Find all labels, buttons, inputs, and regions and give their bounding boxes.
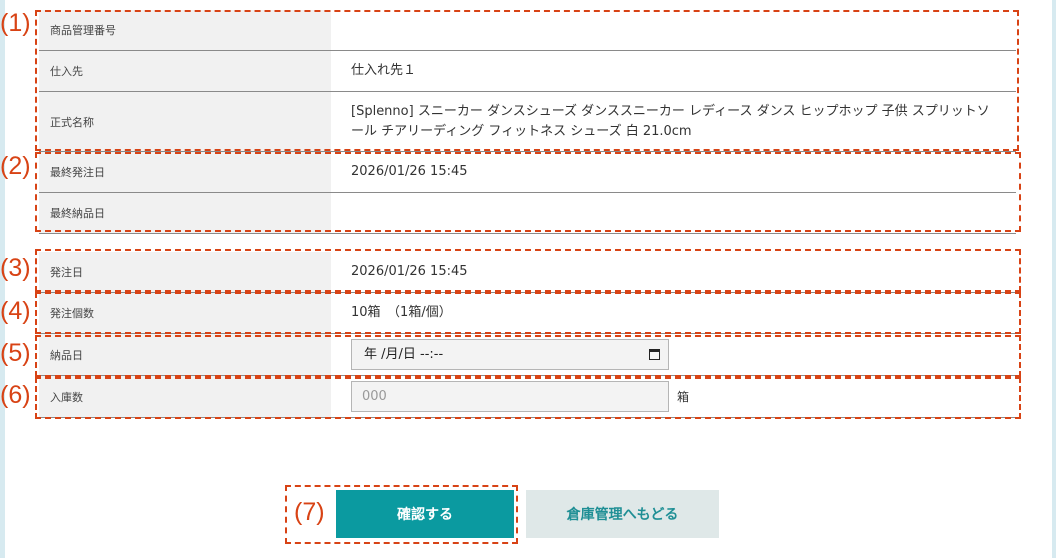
row-order-date: 発注日 2026/01/26 15:45: [39, 252, 1016, 293]
value-official-name: [Splenno] スニーカー ダンスシューズ ダンススニーカー レディース ダ…: [351, 103, 990, 139]
row-order-qty: 発注個数 10箱 （1箱/個）: [39, 293, 1016, 334]
stock-in-unit: 箱: [677, 389, 690, 404]
value-order-qty: 10箱 （1箱/個）: [351, 305, 452, 320]
value-order-date: 2026/01/26 15:45: [351, 264, 468, 279]
label-last-order-date: 最終発注日: [39, 152, 331, 192]
label-delivery-date: 納品日: [39, 334, 331, 375]
row-official-name: 正式名称 [Splenno] スニーカー ダンスシューズ ダンススニーカー レデ…: [39, 92, 1016, 152]
value-last-delivery-date: [331, 193, 1016, 233]
value-supplier: 仕入れ先１: [351, 63, 417, 78]
row-supplier: 仕入先 仕入れ先１: [39, 51, 1016, 92]
row-last-delivery-date: 最終納品日: [39, 193, 1016, 234]
confirm-button[interactable]: 確認する: [336, 490, 514, 538]
label-last-delivery-date: 最終納品日: [39, 193, 331, 233]
annotation-label-1: (1): [0, 9, 31, 37]
annotation-label-6: (6): [0, 381, 31, 409]
label-order-qty: 発注個数: [39, 293, 331, 333]
value-stock-in-qty: 箱: [331, 376, 1016, 417]
annotation-label-5: (5): [0, 339, 31, 367]
annotation-label-7: (7): [294, 498, 325, 526]
annotation-label-3: (3): [0, 254, 31, 282]
right-edge-strip: [1052, 0, 1056, 558]
label-order-date: 発注日: [39, 252, 331, 292]
annotation-label-2: (2): [0, 152, 31, 180]
calendar-icon[interactable]: [649, 349, 660, 360]
value-delivery-date: 年 /月/日 --:--: [331, 334, 1016, 375]
delivery-date-input[interactable]: 年 /月/日 --:--: [351, 339, 669, 370]
label-supplier: 仕入先: [39, 51, 331, 91]
stock-in-qty-input[interactable]: [351, 381, 669, 412]
label-product-no: 商品管理番号: [39, 10, 331, 50]
annotation-label-4: (4): [0, 297, 31, 325]
row-last-order-date: 最終発注日 2026/01/26 15:45: [39, 152, 1016, 193]
row-delivery-date: 納品日 年 /月/日 --:--: [39, 334, 1016, 376]
value-last-order-date: 2026/01/26 15:45: [351, 164, 468, 179]
row-product-no: 商品管理番号: [39, 10, 1016, 51]
row-stock-in-qty: 入庫数 箱: [39, 376, 1016, 418]
back-to-warehouse-button[interactable]: 倉庫管理へもどる: [526, 490, 719, 538]
label-official-name: 正式名称: [39, 92, 331, 151]
value-product-no: [331, 10, 1016, 50]
delivery-date-text: 年 /月/日 --:--: [364, 346, 444, 362]
label-stock-in-qty: 入庫数: [39, 376, 331, 417]
